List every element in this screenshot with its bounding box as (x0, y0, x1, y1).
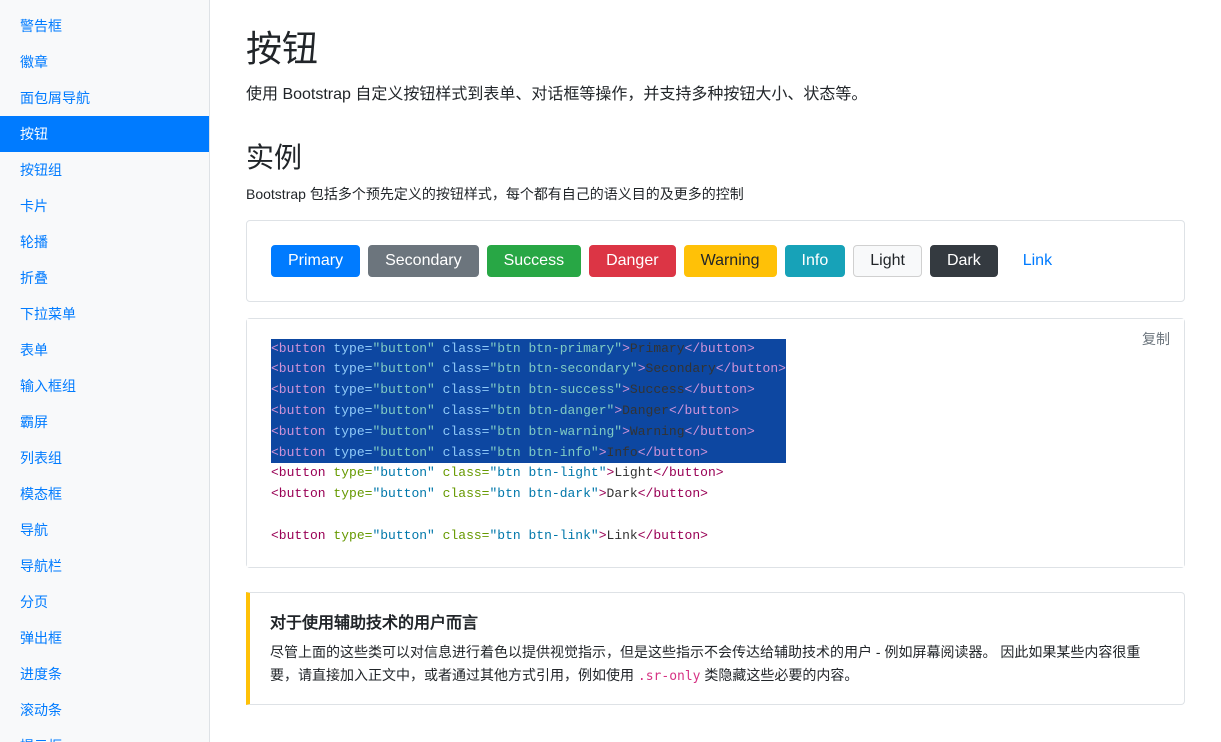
btn-btn-secondary[interactable]: Secondary (368, 245, 479, 277)
sidebar-item-3[interactable]: 按钮 (0, 116, 209, 152)
btn-btn-dark[interactable]: Dark (930, 245, 998, 277)
btn-btn-light[interactable]: Light (853, 245, 922, 277)
sidebar-item-14[interactable]: 导航 (0, 512, 209, 548)
page-subtitle: 使用 Bootstrap 自定义按钮样式到表单、对话框等操作，并支持多种按钮大小… (246, 82, 1185, 108)
sidebar-item-1[interactable]: 徽章 (0, 44, 209, 80)
section-title: 实例 (246, 136, 1185, 176)
demo-card: PrimarySecondarySuccessDanger WarningInfo… (246, 220, 1185, 302)
sidebar-item-6[interactable]: 轮播 (0, 224, 209, 260)
button-row: PrimarySecondarySuccessDanger WarningInfo… (271, 245, 1160, 277)
sidebar-item-19[interactable]: 滚动条 (0, 692, 209, 728)
sidebar-item-5[interactable]: 卡片 (0, 188, 209, 224)
sidebar-item-0[interactable]: 警告框 (0, 8, 209, 44)
sidebar-item-11[interactable]: 霸屏 (0, 404, 209, 440)
main-content: 按钮 使用 Bootstrap 自定义按钮样式到表单、对话框等操作，并支持多种按… (210, 0, 1221, 742)
sidebar: 警告框徽章面包屑导航按钮按钮组卡片轮播折叠下拉菜单表单输入框组霸屏列表组模态框导… (0, 0, 210, 742)
btn-btn-primary[interactable]: Primary (271, 245, 360, 277)
sidebar-item-10[interactable]: 输入框组 (0, 368, 209, 404)
inline-code: .sr-only (638, 669, 701, 684)
sidebar-item-18[interactable]: 进度条 (0, 656, 209, 692)
btn-btn-success[interactable]: Success (487, 245, 581, 277)
btn-btn-info[interactable]: Info (785, 245, 846, 277)
sidebar-item-12[interactable]: 列表组 (0, 440, 209, 476)
page-title: 按钮 (246, 20, 1185, 72)
sidebar-item-7[interactable]: 折叠 (0, 260, 209, 296)
btn-btn-link[interactable]: Link (1006, 245, 1069, 277)
sidebar-item-17[interactable]: 弹出框 (0, 620, 209, 656)
sidebar-item-4[interactable]: 按钮组 (0, 152, 209, 188)
sidebar-item-13[interactable]: 模态框 (0, 476, 209, 512)
btn-btn-danger[interactable]: Danger (589, 245, 675, 277)
info-box-text: 尽管上面的这些类可以对信息进行着色以提供视觉指示，但是这些指示不会传达给辅助技术… (270, 641, 1164, 689)
sidebar-item-9[interactable]: 表单 (0, 332, 209, 368)
sidebar-item-8[interactable]: 下拉菜单 (0, 296, 209, 332)
demo-card-body: PrimarySecondarySuccessDanger WarningInfo… (247, 221, 1184, 301)
info-box: 对于使用辅助技术的用户而言 尽管上面的这些类可以对信息进行着色以提供视觉指示，但… (246, 592, 1185, 706)
sidebar-item-15[interactable]: 导航栏 (0, 548, 209, 584)
copy-button[interactable]: 复制 (1142, 329, 1170, 349)
code-card-body: 复制 <button type="button" class="btn btn-… (247, 319, 1184, 567)
info-box-title: 对于使用辅助技术的用户而言 (270, 609, 1164, 633)
sidebar-item-20[interactable]: 提示框 (0, 728, 209, 742)
btn-btn-warning[interactable]: Warning (684, 245, 777, 277)
sidebar-item-16[interactable]: 分页 (0, 584, 209, 620)
code-card: 复制 <button type="button" class="btn btn-… (246, 318, 1185, 568)
code-block: <button type="button" class="btn btn-pri… (271, 339, 1160, 547)
sidebar-item-2[interactable]: 面包屑导航 (0, 80, 209, 116)
section-desc: Bootstrap 包括多个预先定义的按钮样式，每个都有自己的语义目的及更多的控… (246, 184, 1185, 204)
